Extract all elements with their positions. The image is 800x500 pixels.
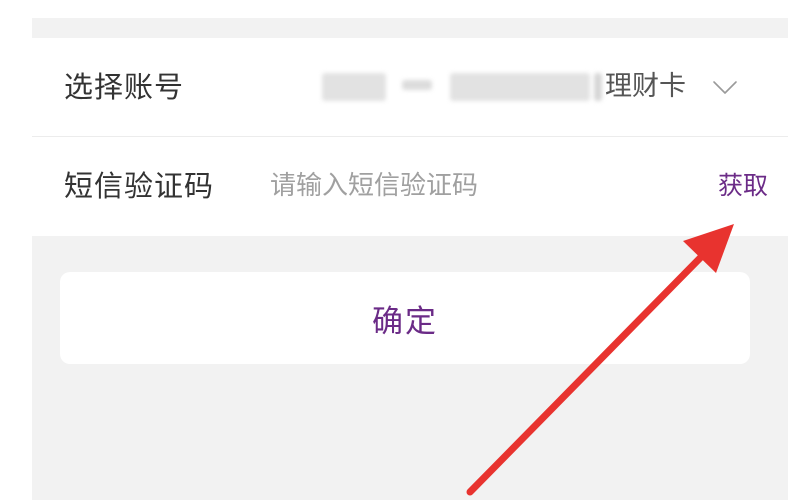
masked-account-fragment (402, 80, 432, 90)
chevron-down-icon[interactable] (712, 74, 738, 100)
action-area: 确定 (32, 236, 788, 500)
sms-code-row: 短信验证码 获取 (32, 137, 788, 235)
masked-account-fragment (322, 73, 386, 101)
top-separator-strip (32, 18, 788, 38)
account-select-row[interactable]: 选择账号 理财卡 (32, 38, 788, 137)
confirm-button[interactable]: 确定 (60, 272, 750, 364)
account-select-value[interactable]: 理财卡 (322, 68, 742, 106)
sms-code-input[interactable] (270, 166, 650, 206)
account-label: 选择账号 (64, 70, 185, 104)
get-code-button[interactable]: 获取 (668, 137, 768, 235)
right-edge (788, 0, 800, 500)
account-card-name: 理财卡 (605, 71, 686, 102)
masked-account-fragment (450, 73, 590, 101)
form-panel: 选择账号 理财卡 短信验证码 获取 (32, 38, 788, 236)
masked-account-fragment (594, 73, 602, 101)
sms-code-label: 短信验证码 (64, 169, 215, 203)
